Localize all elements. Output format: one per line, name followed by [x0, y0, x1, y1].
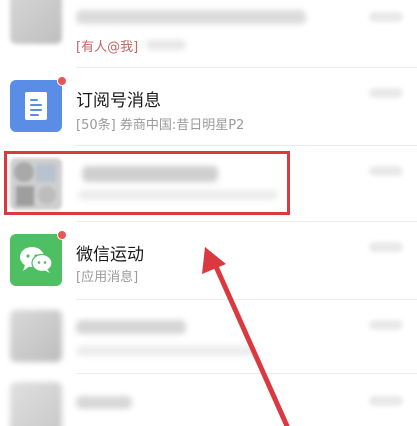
- unread-dot: [57, 230, 67, 240]
- avatar: [10, 310, 62, 362]
- wechat-chat-bubbles-icon: [20, 247, 53, 273]
- sports-avatar: [10, 234, 62, 286]
- timestamp: [369, 242, 403, 252]
- chat-title: 订阅号消息: [76, 91, 161, 111]
- chat-preview: [有人@我]: [76, 36, 138, 55]
- blurred-title: [76, 10, 306, 24]
- chat-preview: [50条] 券商中国:昔日明星P2: [76, 114, 244, 133]
- mention-tag: [有人@我]: [76, 40, 139, 55]
- chat-row-wechat-sports[interactable]: 微信运动 [应用消息]: [0, 222, 417, 300]
- avatar: [10, 0, 62, 44]
- timestamp: [369, 396, 403, 406]
- message-count: [50条]: [76, 118, 116, 133]
- preview-text: 券商中国:昔日明星P2: [115, 118, 245, 133]
- chat-row-group-mention[interactable]: [有人@我]: [0, 0, 417, 68]
- blurred-title: [76, 320, 186, 334]
- avatar: [10, 382, 62, 426]
- document-icon: [25, 92, 47, 120]
- chat-preview: [应用消息]: [76, 270, 139, 285]
- timestamp: [369, 88, 403, 98]
- timestamp: [369, 166, 403, 176]
- timestamp: [369, 320, 403, 330]
- unread-dot: [57, 76, 67, 86]
- blurred-preview: [76, 346, 256, 356]
- blurred-preview: [146, 40, 186, 50]
- chat-row-blurred[interactable]: [0, 374, 417, 426]
- timestamp: [369, 12, 403, 22]
- chat-row-subscription-messages[interactable]: 订阅号消息 [50条] 券商中国:昔日明星P2: [0, 68, 417, 146]
- blurred-title: [76, 396, 132, 409]
- chat-row-blurred[interactable]: [0, 300, 417, 374]
- highlight-box: [4, 151, 290, 215]
- subscription-avatar: [10, 80, 62, 132]
- chat-title: 微信运动: [76, 245, 144, 265]
